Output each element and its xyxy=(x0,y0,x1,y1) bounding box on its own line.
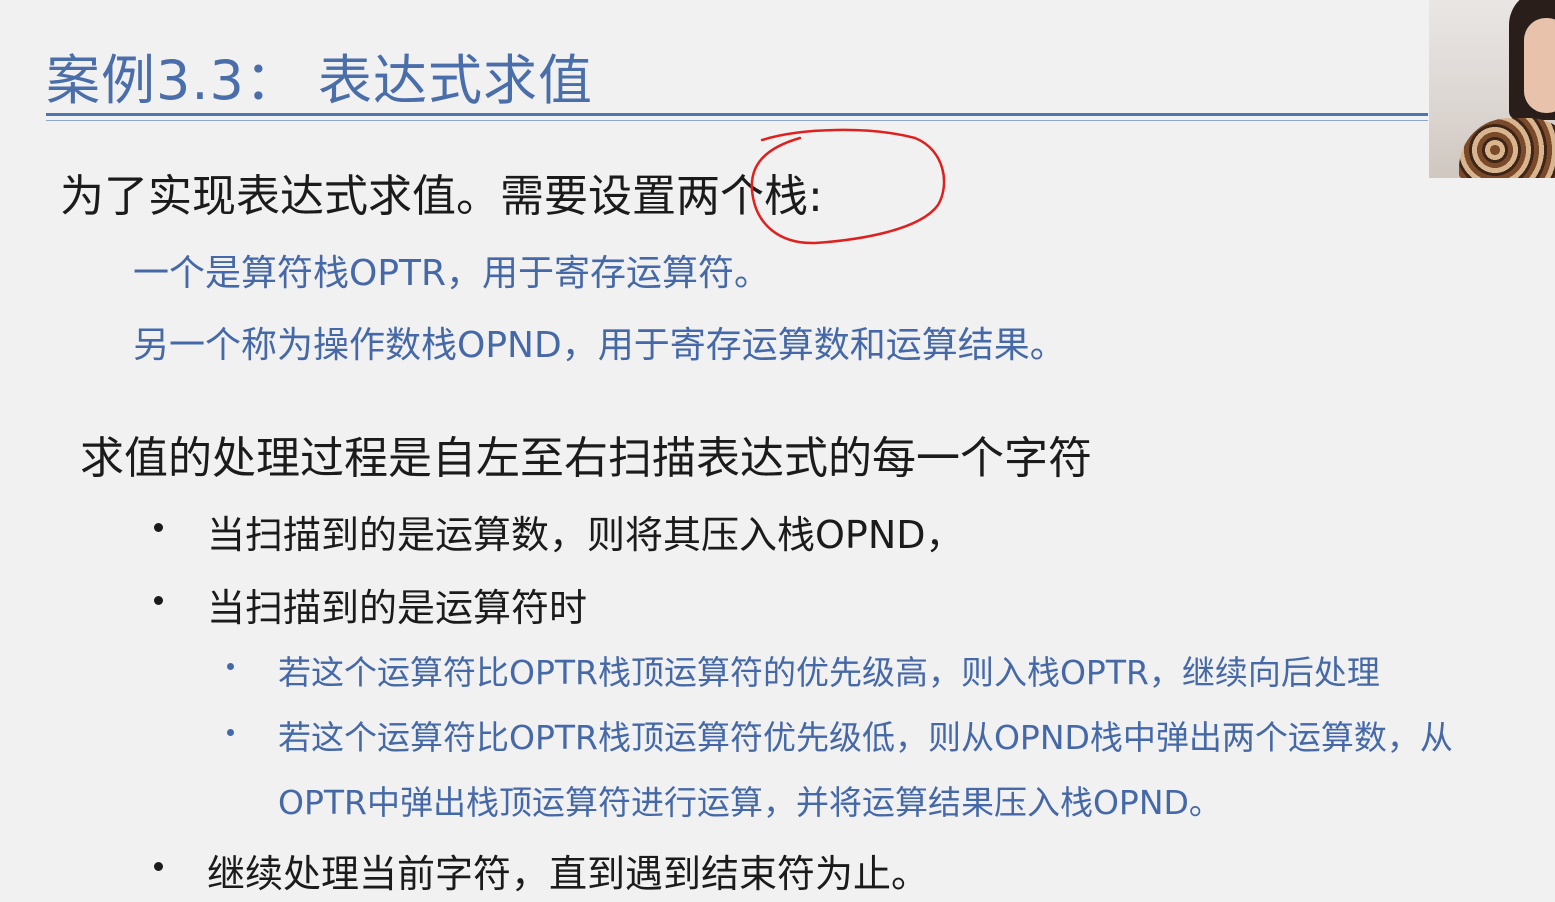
sub-bullet-dot xyxy=(227,663,234,670)
sub-bullet-lower-priority-cont: OPTR中弹出栈顶运算符进行运算，并将运算结果压入栈OPND。 xyxy=(278,783,1222,822)
bullet-operand: 当扫描到的是运算数，则将其压入栈OPND， xyxy=(207,513,964,557)
sub-bullet-higher-priority: 若这个运算符比OPTR栈顶运算符的优先级高，则入栈OPTR，继续向后处理 xyxy=(278,653,1380,692)
webcam-thumbnail xyxy=(1429,0,1555,178)
bullet-dot xyxy=(154,596,163,605)
bullet-dot xyxy=(154,862,163,871)
intro-heading: 为了实现表达式求值。需要设置两个栈: xyxy=(60,171,823,222)
bullet-continue: 继续处理当前字符，直到遇到结束符为止。 xyxy=(207,852,930,896)
sub-bullet-lower-priority: 若这个运算符比OPTR栈顶运算符优先级低，则从OPND栈中弹出两个运算数，从 xyxy=(278,718,1453,757)
sub-bullet-dot xyxy=(227,729,234,736)
title-rule-thin xyxy=(46,120,1428,121)
title-rule xyxy=(46,113,1428,116)
bullet-operator: 当扫描到的是运算符时 xyxy=(207,586,588,630)
stack-optr-line: 一个是算符栈OPTR，用于寄存运算符。 xyxy=(133,253,771,294)
bullet-dot xyxy=(154,523,163,532)
stack-opnd-line: 另一个称为操作数栈OPND，用于寄存运算数和运算结果。 xyxy=(133,325,1066,366)
process-heading: 求值的处理过程是自左至右扫描表达式的每一个字符 xyxy=(80,433,1092,484)
slide-title: 案例3.3： 表达式求值 xyxy=(46,49,594,112)
